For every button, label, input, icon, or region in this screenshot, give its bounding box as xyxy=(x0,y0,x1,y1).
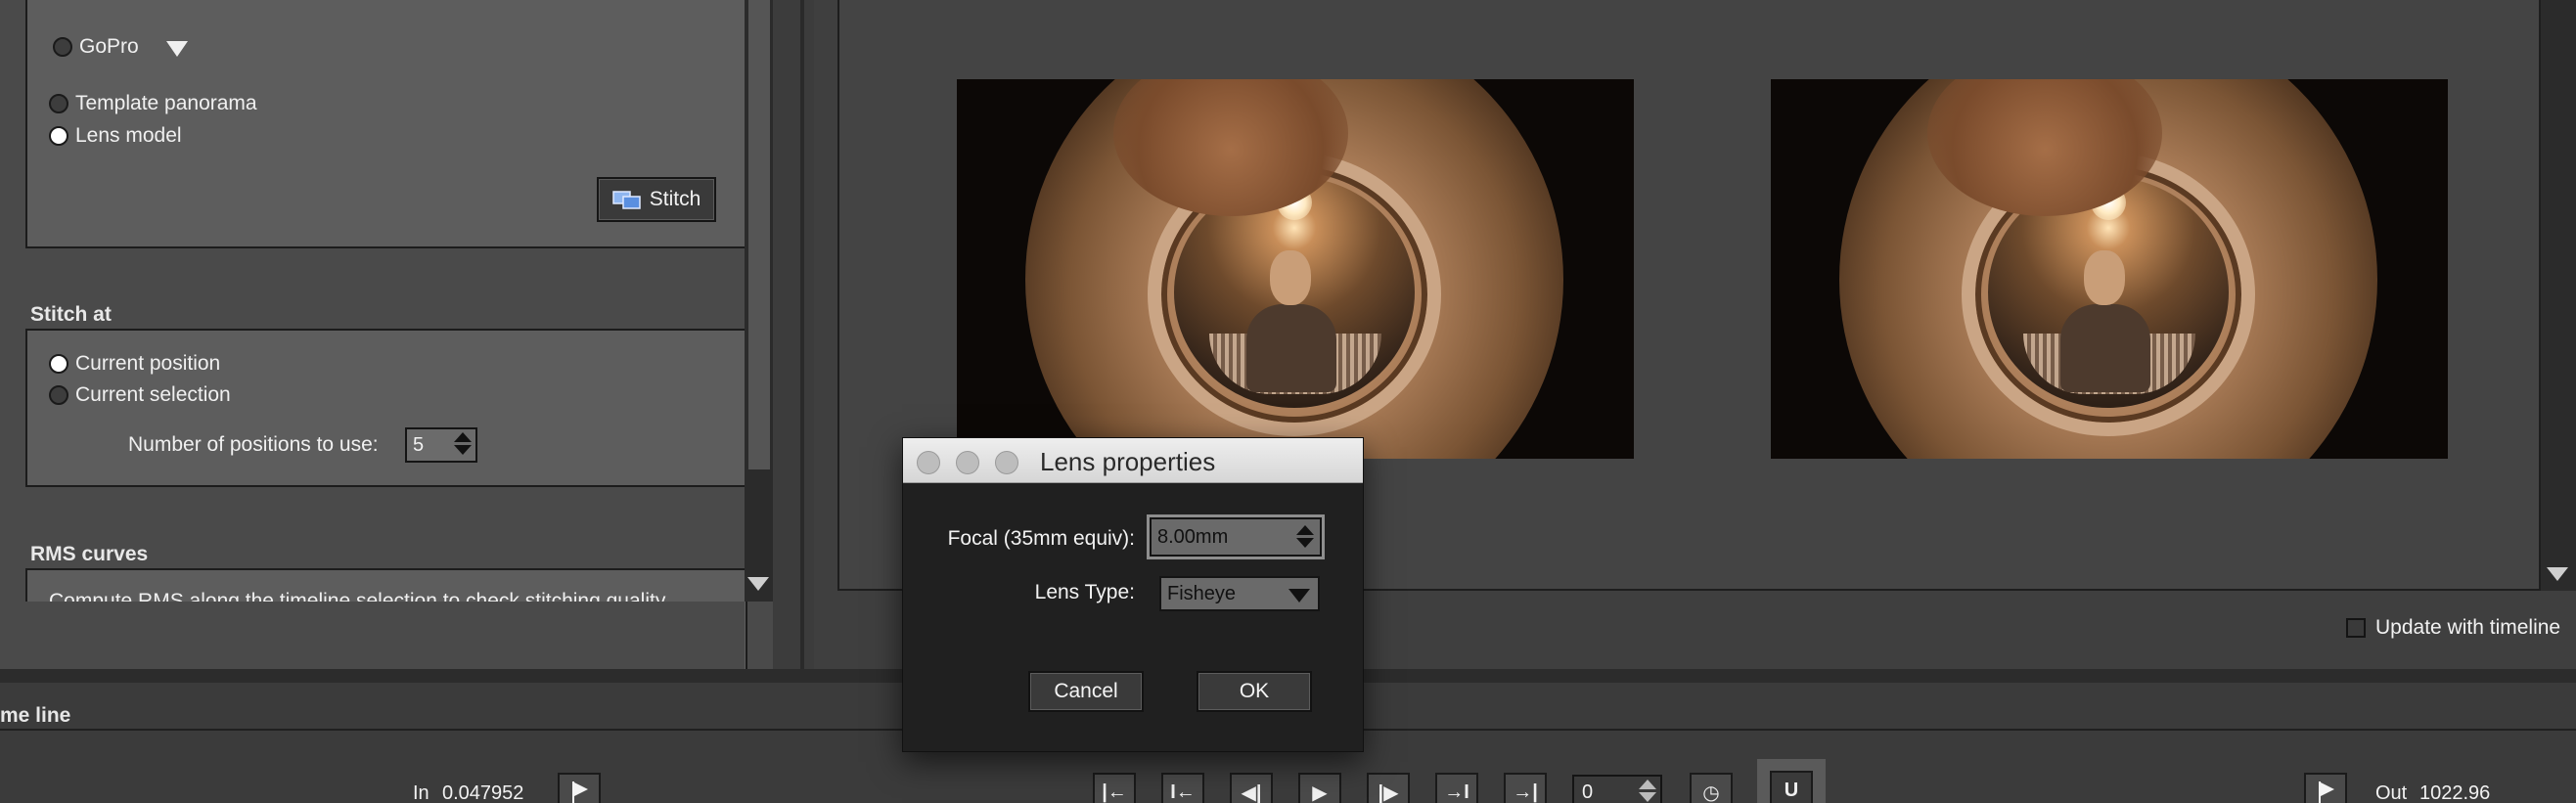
lens-type-value: Fisheye xyxy=(1167,582,1237,604)
step-forward-icon: |▶ xyxy=(1378,781,1399,803)
chevron-down-icon xyxy=(1288,589,1310,602)
in-label: In xyxy=(413,782,429,803)
step-back-icon: ◀| xyxy=(1241,781,1262,803)
rms-curves-title: RMS curves xyxy=(30,543,149,565)
go-to-end-button[interactable]: →| xyxy=(1504,773,1547,803)
current-selection-radio[interactable]: Current selection xyxy=(49,383,231,407)
set-out-flag-button[interactable] xyxy=(2304,773,2347,803)
dialog-title: Lens properties xyxy=(1040,447,1216,476)
frame-value: 0 xyxy=(1582,781,1594,803)
preview-scroll-down-icon[interactable] xyxy=(2547,567,2568,581)
go-to-in-icon: I← xyxy=(1170,781,1196,803)
panel-splitter[interactable] xyxy=(773,0,814,669)
stitch-at-title: Stitch at xyxy=(30,303,112,326)
radio-indicator-selected xyxy=(49,354,68,374)
radio-indicator-selected xyxy=(49,126,68,146)
radio-indicator xyxy=(49,94,68,113)
stitch-button-label: Stitch xyxy=(649,188,701,210)
magnet-icon: U xyxy=(1784,779,1799,801)
go-to-in-button[interactable]: I← xyxy=(1161,773,1204,803)
positions-stepper[interactable]: 5 xyxy=(405,427,477,463)
scroll-down-arrow-icon[interactable] xyxy=(747,577,769,591)
current-selection-label: Current selection xyxy=(75,383,231,406)
preview-image-right xyxy=(1771,79,2448,459)
panel-splitter-line xyxy=(800,0,804,669)
preview-scrollbar[interactable] xyxy=(2541,0,2576,591)
snap-toggle[interactable]: U xyxy=(1757,759,1826,803)
flag-icon xyxy=(2316,781,2335,803)
zoom-window-icon[interactable] xyxy=(995,451,1018,474)
stitch-icon xyxy=(611,191,641,209)
update-with-timeline-label: Update with timeline xyxy=(2375,616,2561,639)
timeline-title: me line xyxy=(0,704,71,727)
lens-properties-dialog: Lens properties Focal (35mm equiv): 8.00… xyxy=(902,437,1364,752)
ok-button-label: OK xyxy=(1239,680,1270,702)
preview-image-left xyxy=(957,79,1634,459)
stitch-settings-panel: GoPro Template panorama Lens model Stitc… xyxy=(0,0,773,669)
lens-model-radio[interactable]: Lens model xyxy=(49,124,182,148)
lens-model-label: Lens model xyxy=(75,124,182,147)
positions-label: Number of positions to use: xyxy=(128,433,379,456)
stepper-arrows-icon xyxy=(1296,525,1314,548)
go-to-out-icon: →I xyxy=(1444,781,1469,803)
focal-label: Focal (35mm equiv): xyxy=(947,527,1135,550)
in-value: 0.047952 xyxy=(442,782,524,803)
current-position-radio[interactable]: Current position xyxy=(49,352,220,376)
lens-type-label: Lens Type: xyxy=(1034,581,1135,603)
radio-indicator xyxy=(49,385,68,405)
template-panorama-radio[interactable]: Template panorama xyxy=(49,92,257,115)
out-label: Out xyxy=(2375,782,2408,803)
lens-type-select[interactable]: Fisheye xyxy=(1159,576,1320,611)
go-to-start-button[interactable]: |← xyxy=(1093,773,1136,803)
flag-icon xyxy=(569,781,589,803)
camera-preset-dropdown-icon[interactable] xyxy=(166,41,188,57)
previous-frame-button[interactable]: ◀| xyxy=(1230,773,1273,803)
current-position-label: Current position xyxy=(75,352,221,375)
template-panorama-label: Template panorama xyxy=(75,92,257,114)
dialog-titlebar[interactable]: Lens properties xyxy=(903,438,1363,483)
camera-preset-radio[interactable]: GoPro xyxy=(53,35,139,59)
camera-preset-label: GoPro xyxy=(79,35,139,58)
ok-button[interactable]: OK xyxy=(1197,671,1312,712)
stitch-button[interactable]: Stitch xyxy=(597,177,716,222)
positions-value: 5 xyxy=(413,433,425,456)
cancel-button[interactable]: Cancel xyxy=(1028,671,1144,712)
next-frame-button[interactable]: |▶ xyxy=(1367,773,1410,803)
play-icon: ▶ xyxy=(1312,781,1328,803)
panel-bottom-fade xyxy=(0,602,745,669)
stepper-arrows-icon xyxy=(1639,780,1656,802)
focal-input[interactable]: 8.00mm xyxy=(1150,517,1322,557)
radio-indicator xyxy=(53,37,72,57)
go-to-end-icon: →| xyxy=(1513,781,1538,803)
frame-stepper[interactable]: 0 xyxy=(1572,775,1662,803)
minimize-window-icon[interactable] xyxy=(956,451,979,474)
go-to-out-button[interactable]: →I xyxy=(1435,773,1478,803)
chevron-down-icon xyxy=(166,41,188,57)
cancel-button-label: Cancel xyxy=(1054,680,1118,702)
clock-icon: ◷ xyxy=(1702,781,1720,803)
out-value: 1022.96 xyxy=(2419,782,2491,803)
focal-value: 8.00mm xyxy=(1157,525,1229,548)
close-window-icon[interactable] xyxy=(917,451,940,474)
set-in-flag-button[interactable] xyxy=(558,773,601,803)
left-panel-scroll-thumb[interactable] xyxy=(748,0,770,469)
play-button[interactable]: ▶ xyxy=(1298,773,1341,803)
magnet-button[interactable]: U xyxy=(1770,771,1813,803)
frame-rate-button[interactable]: ◷ xyxy=(1690,773,1733,803)
go-to-start-icon: |← xyxy=(1102,781,1127,803)
stepper-arrows-icon xyxy=(454,432,472,455)
update-with-timeline-checkbox[interactable] xyxy=(2346,618,2366,638)
